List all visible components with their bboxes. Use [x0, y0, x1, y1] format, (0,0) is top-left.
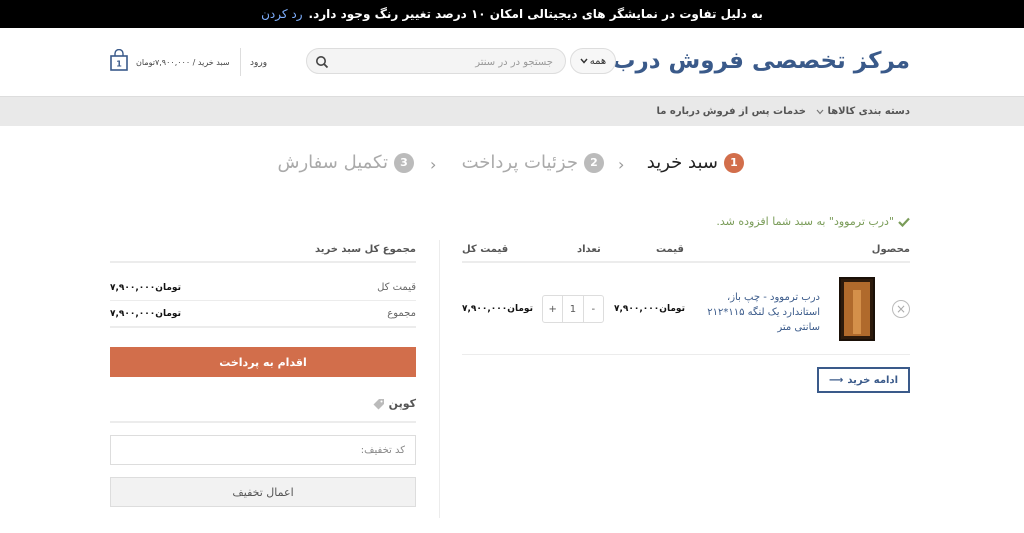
cart-count: 1	[116, 60, 122, 69]
chevron-down-icon	[580, 58, 588, 64]
nav-item-after-sales[interactable]: خدمات پس از فروش	[703, 106, 806, 117]
proceed-to-checkout-button[interactable]: اقدام به پرداخت	[110, 347, 416, 377]
step-order-complete: 3 تکمیل سفارش	[278, 152, 414, 173]
step-label: جزئیات پرداخت	[461, 152, 578, 173]
tag-icon	[373, 398, 384, 409]
col-price-header: قیمت	[656, 244, 684, 255]
door-strip	[853, 290, 861, 334]
quantity-stepper[interactable]: + 1 -	[542, 295, 604, 323]
site-logo[interactable]: مرکز تخصصی فروش درب	[612, 48, 910, 74]
coupon-label: کوپن	[388, 397, 416, 410]
header-divider	[240, 48, 241, 76]
product-name-link[interactable]: درب ترموود - چپ باز، استاندارد یک لنگه ۱…	[694, 290, 820, 335]
search-category-select[interactable]: همه	[570, 48, 616, 74]
login-link[interactable]: ورود	[250, 58, 267, 68]
totals-header-divider	[110, 261, 416, 263]
main-nav: دسته بندی کالاها خدمات پس از فروش درباره…	[0, 96, 1024, 126]
coupon-field	[110, 435, 416, 465]
cart-summary-link[interactable]: سبد خرید / ۷,۹۰۰,۰۰۰تومان	[136, 58, 230, 67]
step-label: سبد خرید	[646, 152, 718, 173]
door-panel	[844, 282, 870, 336]
coupon-code-input[interactable]	[111, 436, 415, 464]
site-header: مرکز تخصصی فروش درب همه ورود سبد خرید / …	[0, 28, 1024, 96]
nav-item-categories[interactable]: دسته بندی کالاها	[816, 106, 910, 117]
notice-dismiss-link[interactable]: رد کردن	[261, 7, 302, 21]
check-icon	[898, 217, 910, 227]
chevron-left-icon: ›	[618, 155, 625, 174]
nav-item-about[interactable]: درباره ما	[657, 106, 701, 117]
totals-subtotal-value: ۷,۹۰۰,۰۰۰تومان	[110, 283, 181, 293]
col-product-header: محصول	[871, 244, 910, 255]
notice-text: به دلیل تفاوت در نمایشگر های دیجیتالی ام…	[308, 7, 763, 21]
totals-total-label: مجموع	[387, 308, 416, 319]
totals-row-divider	[110, 300, 416, 301]
step-cart[interactable]: 1 سبد خرید	[647, 152, 744, 173]
apply-coupon-button[interactable]: اعمال تخفیف	[110, 477, 416, 507]
row-divider	[462, 354, 910, 355]
product-thumbnail[interactable]	[839, 277, 875, 341]
arrow-right-icon: ⟶	[828, 374, 844, 386]
totals-bottom-divider	[110, 326, 416, 328]
remove-item-button[interactable]: ×	[892, 300, 910, 318]
totals-total-value: ۷,۹۰۰,۰۰۰تومان	[110, 309, 181, 319]
quantity-input[interactable]: 1	[562, 296, 584, 322]
checkout-steps: 1 سبد خرید › 2 جزئیات پرداخت › 3 تکمیل س…	[0, 152, 1024, 182]
chevron-left-icon: ›	[430, 155, 437, 174]
search-category-label: همه	[589, 55, 607, 67]
coupon-divider	[110, 421, 416, 423]
col-quantity-header: تعداد	[577, 244, 601, 255]
step-number: 3	[394, 152, 414, 173]
search-box	[306, 48, 566, 74]
search-icon[interactable]	[315, 55, 329, 69]
message-text: "درب ترموود" به سبد شما افزوده شد.	[716, 215, 894, 228]
step-number: 1	[724, 152, 744, 173]
quantity-plus-button[interactable]: +	[543, 296, 562, 322]
quantity-minus-button[interactable]: -	[584, 296, 603, 322]
item-price: ۷,۹۰۰,۰۰۰تومان	[614, 304, 685, 314]
step-payment-details[interactable]: 2 جزئیات پرداخت	[462, 152, 604, 173]
continue-shopping-button[interactable]: ادامه خرید ⟶	[817, 367, 910, 393]
step-label: تکمیل سفارش	[277, 152, 388, 173]
item-subtotal: ۷,۹۰۰,۰۰۰تومان	[462, 304, 533, 314]
continue-label: ادامه خرید	[847, 374, 899, 386]
column-divider	[439, 240, 440, 518]
step-number: 2	[584, 152, 604, 173]
added-to-cart-message: "درب ترموود" به سبد شما افزوده شد.	[716, 215, 910, 228]
cart-totals-title: مجموع کل سبد خرید	[314, 244, 416, 255]
search-input[interactable]	[353, 53, 553, 71]
shopping-bag-icon[interactable]: 1	[110, 49, 128, 71]
nav-item-label: دسته بندی کالاها	[827, 106, 910, 117]
col-subtotal-header: قیمت کل	[462, 244, 509, 255]
store-notice: به دلیل تفاوت در نمایشگر های دیجیتالی ام…	[0, 0, 1024, 28]
coupon-heading: کوپن	[373, 397, 416, 410]
chevron-down-icon	[816, 109, 824, 114]
search-form: همه	[306, 48, 616, 74]
totals-subtotal-label: قیمت کل	[377, 282, 416, 293]
table-header-divider	[462, 261, 910, 263]
